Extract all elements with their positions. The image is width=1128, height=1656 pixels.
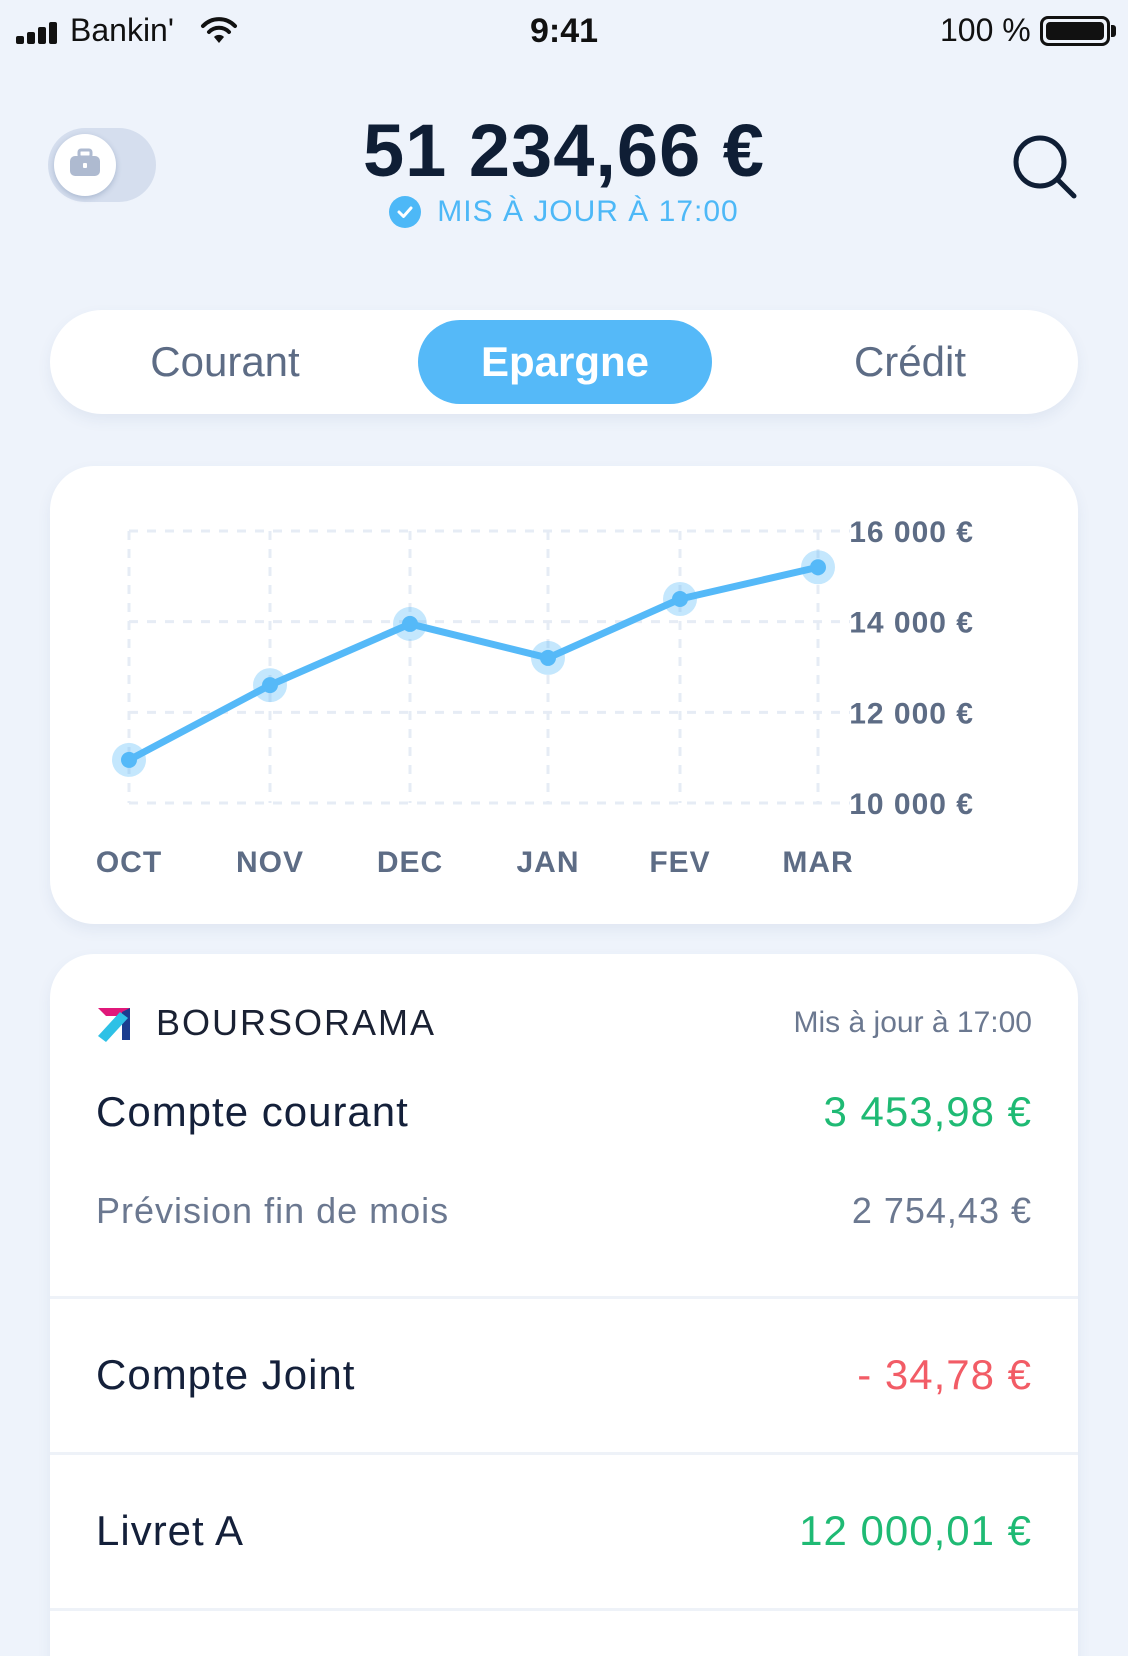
- update-time-label: MIS À JOUR À 17:00: [437, 195, 739, 228]
- status-bar: Bankin' 9:41 100 %: [0, 0, 1128, 64]
- total-balance: 51 234,66 €: [363, 109, 765, 192]
- data-point: [540, 649, 556, 666]
- data-point: [402, 615, 418, 632]
- y-tick-label: 10 000 €: [849, 788, 974, 821]
- tab-credit[interactable]: Crédit: [770, 310, 1050, 414]
- battery-percentage: 100 %: [940, 12, 1031, 48]
- data-point: [121, 751, 137, 768]
- battery-tip: [1111, 25, 1116, 37]
- account-label: Livret A: [96, 1507, 245, 1554]
- search-icon: [1006, 135, 1082, 210]
- y-tick-label: 12 000 €: [849, 697, 974, 730]
- data-point: [672, 591, 688, 607]
- data-point: [810, 559, 826, 576]
- x-tick-label: DEC: [377, 846, 443, 879]
- balance-chart-card: 16 000 € 14 000 € 12 000 € 10 000 € OCT NOV DE…: [50, 466, 1078, 924]
- x-tick-label: JAN: [516, 846, 579, 879]
- tab-courant[interactable]: Courant: [80, 310, 370, 414]
- account-label: Compte Joint: [96, 1351, 356, 1398]
- y-tick-label: 16 000 €: [849, 516, 974, 549]
- series-line: [125, 563, 822, 764]
- bank-name: BOURSORAMA: [156, 1002, 437, 1043]
- check-icon: [389, 196, 422, 228]
- account-balance: 3 453,98 €: [823, 1088, 1032, 1135]
- forecast-value: 2 754,43 €: [851, 1190, 1032, 1231]
- x-tick-label: FEV: [649, 846, 710, 879]
- account-row-compte-courant[interactable]: Compte courant 3 453,98 € Prévision fin …: [50, 1074, 1078, 1264]
- search-button[interactable]: [1006, 130, 1082, 206]
- forecast-label: Prévision fin de mois: [96, 1190, 450, 1231]
- account-row-compte-joint[interactable]: Compte Joint - 34,78 €: [50, 1299, 1078, 1452]
- x-tick-label: NOV: [236, 846, 304, 879]
- data-point: [262, 677, 278, 694]
- x-tick-label: OCT: [96, 846, 162, 879]
- accounts-card: BOURSORAMA Mis à jour à 17:00 Compte cou…: [50, 954, 1078, 1656]
- account-balance: 12 000,01 €: [799, 1507, 1032, 1554]
- y-tick-label: 14 000 €: [849, 607, 974, 640]
- bank-update-time: Mis à jour à 17:00: [793, 1006, 1032, 1039]
- account-type-tabs: Courant Epargne Crédit: [50, 310, 1078, 414]
- update-status: MIS À JOUR À 17:00: [0, 195, 1128, 229]
- tab-epargne[interactable]: Epargne: [418, 320, 712, 404]
- row-divider: [50, 1608, 1078, 1611]
- account-label: Compte courant: [96, 1088, 409, 1135]
- x-tick-label: MAR: [782, 846, 853, 879]
- balance-line-chart: 16 000 € 14 000 € 12 000 € 10 000 € OCT NOV DE…: [96, 516, 974, 879]
- bank-header: BOURSORAMA Mis à jour à 17:00: [50, 954, 1078, 1044]
- boursorama-logo-icon: [96, 1004, 132, 1042]
- battery-icon: [1040, 16, 1110, 46]
- account-row-livret-a[interactable]: Livret A 12 000,01 €: [50, 1455, 1078, 1608]
- account-balance: - 34,78 €: [857, 1351, 1032, 1398]
